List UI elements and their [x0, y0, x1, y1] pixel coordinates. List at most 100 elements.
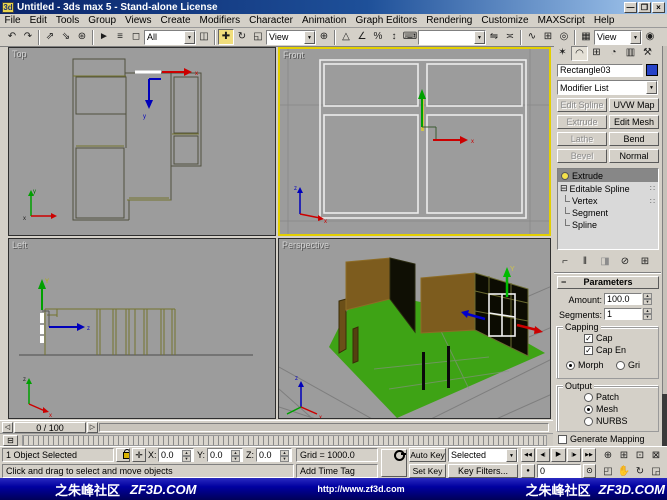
patch-radio[interactable] — [584, 393, 593, 402]
reference-coordinate-dropdown[interactable]: View ▼ — [266, 30, 316, 45]
schematic-view-icon[interactable]: ⊞ — [540, 29, 556, 45]
menu-help[interactable]: Help — [589, 15, 619, 26]
viewport-front[interactable]: x z x Front — [278, 47, 551, 236]
stack-item-spline[interactable]: Spline — [558, 219, 658, 231]
amount-spinner[interactable]: ▲▼ — [643, 293, 652, 305]
mirror-icon[interactable]: ⇋ — [486, 29, 502, 45]
time-slider-value[interactable]: 0 / 100 — [14, 422, 86, 433]
select-and-move-icon[interactable]: ✚ — [218, 29, 234, 45]
chevron-down-icon[interactable]: ▼ — [184, 31, 195, 44]
set-key-button[interactable]: Set Key — [409, 464, 446, 478]
segments-spinner[interactable]: ▲▼ — [643, 308, 652, 320]
stack-item-editable-spline[interactable]: ⊟ Editable Spline ∷ — [558, 182, 658, 195]
play-button[interactable]: ▶ — [551, 448, 566, 462]
tab-hierarchy-icon[interactable]: ⊞ — [588, 46, 605, 61]
zoom-extents-icon[interactable]: ⊡ — [632, 448, 648, 464]
y-coordinate-field[interactable]: 0.0 ▲▼ — [207, 448, 243, 462]
menu-maxscript[interactable]: MAXScript — [533, 15, 589, 26]
zoom-icon[interactable]: ⊕ — [600, 448, 616, 464]
tab-create-icon[interactable]: ✶ — [554, 46, 571, 61]
menu-animation[interactable]: Animation — [298, 15, 351, 26]
morph-radio[interactable] — [566, 361, 575, 370]
add-time-tag[interactable]: Add Time Tag — [296, 464, 378, 478]
open-mini-curve-editor-icon[interactable]: ⊟ — [3, 435, 18, 446]
edit-spline-button[interactable]: Edit Spline — [557, 98, 607, 112]
menu-modifiers[interactable]: Modifiers — [195, 15, 245, 26]
time-configuration-button[interactable]: ⊙ — [583, 464, 596, 478]
menu-customize[interactable]: Customize — [477, 15, 533, 26]
track-bar-ticks[interactable] — [22, 435, 547, 446]
redo-icon[interactable]: ↷ — [20, 29, 36, 45]
key-filters-button[interactable]: Key Filters... — [448, 464, 518, 478]
previous-frame-button[interactable]: ◀| — [536, 448, 550, 462]
quick-render-icon[interactable]: ◉ — [642, 29, 658, 45]
menu-graph-editors[interactable]: Graph Editors — [351, 15, 422, 26]
viewport-left[interactable]: Y z z x Left — [8, 238, 276, 419]
tab-display-icon[interactable]: ▥ — [622, 46, 639, 61]
material-editor-icon[interactable]: ◎ — [556, 29, 572, 45]
segments-field[interactable]: 1 — [604, 308, 642, 320]
maximize-button[interactable]: ❐ — [638, 2, 651, 13]
chevron-down-icon[interactable]: ▼ — [646, 81, 657, 94]
configure-modifier-sets-icon[interactable]: ⊞ — [637, 254, 653, 270]
tab-utilities-icon[interactable]: ⚒ — [639, 46, 656, 61]
nurbs-radio[interactable] — [584, 417, 593, 426]
viewport-label-left[interactable]: Left — [12, 240, 27, 250]
menu-tools[interactable]: Tools — [51, 15, 83, 26]
undo-icon[interactable]: ↶ — [4, 29, 20, 45]
x-coordinate-field[interactable]: 0.0 ▲▼ — [158, 448, 194, 462]
go-to-start-button[interactable]: ◀◀ — [521, 448, 535, 462]
select-and-link-icon[interactable]: ⇗ — [42, 29, 58, 45]
use-pivot-center-icon[interactable]: ⊕ — [316, 29, 332, 45]
viewport-perspective[interactable]: Y z x Perspective — [278, 238, 551, 419]
time-slider-track[interactable] — [99, 423, 549, 432]
zoom-all-icon[interactable]: ⊞ — [616, 448, 632, 464]
uvw-map-button[interactable]: UVW Map — [609, 98, 659, 112]
select-and-rotate-icon[interactable]: ↻ — [234, 29, 250, 45]
select-object-icon[interactable]: ► — [96, 29, 112, 45]
generate-mapping-checkbox[interactable] — [558, 435, 567, 444]
stack-item-extrude[interactable]: Extrude — [558, 169, 658, 182]
align-icon[interactable]: ≍ — [502, 29, 518, 45]
angle-snap-icon[interactable]: ∠ — [354, 29, 370, 45]
menu-group[interactable]: Group — [84, 15, 121, 26]
chevron-down-icon[interactable]: ▼ — [304, 31, 315, 44]
make-unique-icon[interactable]: ◨ — [597, 254, 613, 270]
modifier-on-bulb-icon[interactable] — [561, 172, 569, 180]
auto-key-button[interactable]: Auto Key — [409, 448, 446, 462]
menu-character[interactable]: Character — [245, 15, 298, 26]
extrude-button[interactable]: Extrude — [557, 115, 607, 129]
select-and-scale-icon[interactable]: ◱ — [250, 29, 266, 45]
current-frame-field[interactable]: 0 — [537, 464, 581, 478]
window-crossing-icon[interactable]: ◫ — [196, 29, 212, 45]
scrollbar-thumb[interactable] — [662, 394, 667, 446]
show-end-result-icon[interactable]: ‖ — [577, 254, 593, 270]
menu-create[interactable]: Create — [156, 15, 195, 26]
parameters-rollout-header[interactable]: − Parameters — [557, 276, 659, 289]
time-slider-left-arrow[interactable]: ◁ — [2, 422, 13, 433]
minimize-button[interactable]: — — [624, 2, 637, 13]
mesh-radio[interactable] — [584, 405, 593, 414]
bend-button[interactable]: Bend — [609, 132, 659, 146]
object-color-swatch[interactable] — [646, 64, 658, 76]
normal-button[interactable]: Normal — [609, 149, 659, 163]
zoom-extents-all-icon[interactable]: ⊠ — [648, 448, 664, 464]
tab-motion-icon[interactable]: ◔ — [605, 46, 622, 61]
selection-lock-button[interactable] — [116, 448, 130, 462]
rect-selection-region-icon[interactable]: ◻ — [128, 29, 144, 45]
edit-mesh-button[interactable]: Edit Mesh — [609, 115, 659, 129]
viewport-label-perspective[interactable]: Perspective — [282, 240, 329, 250]
y-spinner[interactable]: ▲▼ — [231, 450, 240, 461]
grid-radio[interactable] — [616, 361, 625, 370]
snap-toggle-icon[interactable]: △ — [338, 29, 354, 45]
bevel-button[interactable]: Bevel — [557, 149, 607, 163]
selection-filter-dropdown[interactable]: All ▼ — [144, 30, 196, 45]
chevron-down-icon[interactable]: ▼ — [474, 31, 485, 44]
next-frame-button[interactable]: |▶ — [567, 448, 581, 462]
cap-start-checkbox[interactable] — [584, 334, 593, 343]
stack-item-segment[interactable]: Segment — [558, 207, 658, 219]
select-by-name-icon[interactable]: ≡ — [112, 29, 128, 45]
render-scene-icon[interactable]: ▦ — [578, 29, 594, 45]
object-name-field[interactable]: Rectangle03 — [557, 64, 643, 77]
viewport-top[interactable]: x y x y Top — [8, 47, 276, 236]
